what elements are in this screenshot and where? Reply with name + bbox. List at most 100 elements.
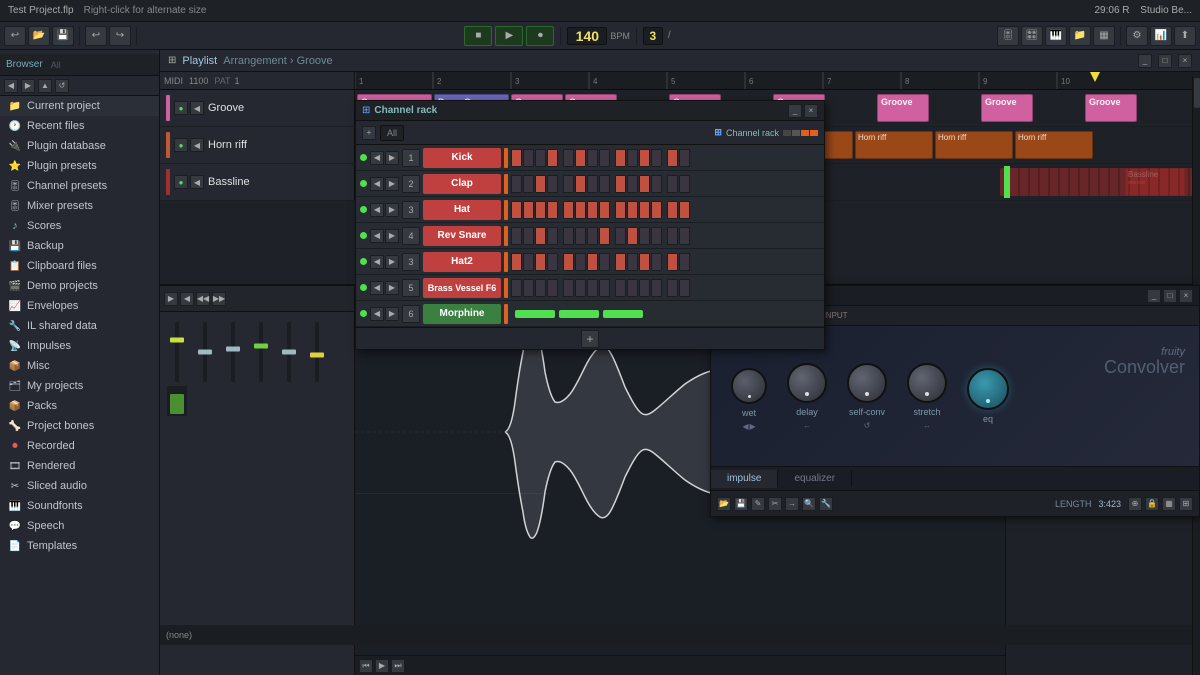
eq-knob[interactable] <box>967 368 1009 410</box>
revsnare-btn2[interactable]: ▶ <box>385 229 399 243</box>
refresh-btn[interactable]: ↺ <box>55 79 69 93</box>
sidebar-item-project-bones[interactable]: Project bones <box>0 416 159 436</box>
conv-minimize[interactable]: _ <box>1147 289 1161 303</box>
sidebar-item-current-project[interactable]: Current project <box>0 96 159 116</box>
play-btn[interactable]: ▶ <box>495 26 523 46</box>
conv-close[interactable]: × <box>1179 289 1193 303</box>
sidebar-item-backup[interactable]: Backup <box>0 236 159 256</box>
wet-knob[interactable] <box>731 368 767 404</box>
mix-btn2[interactable]: ◀ <box>180 292 194 306</box>
fwd-btn[interactable]: ▶ <box>21 79 35 93</box>
hat2-btn1[interactable]: ◀ <box>370 255 384 269</box>
groove-block-8[interactable]: Groove <box>1085 94 1137 122</box>
stop-btn[interactable]: ■ <box>464 26 492 46</box>
rack-filter[interactable]: All <box>380 125 404 141</box>
mixer-btn[interactable]: 🎚 <box>997 26 1019 46</box>
save-btn[interactable]: 💾 <box>52 26 74 46</box>
fader-4-handle[interactable] <box>254 344 268 349</box>
bass-pattern-end[interactable] <box>1000 168 1200 196</box>
conv-tool[interactable]: 🔧 <box>819 497 833 511</box>
browser-tab[interactable]: Browser <box>6 59 43 70</box>
conv-grid[interactable]: ▦ <box>1162 497 1176 511</box>
piano-roll-btn[interactable]: 🎹 <box>1045 26 1067 46</box>
channel-rack-btn[interactable]: 🎛 <box>1021 26 1043 46</box>
bass-mute[interactable]: ● <box>174 175 188 189</box>
horn-small-4[interactable]: Horn riff <box>855 131 933 159</box>
time-sig-num[interactable]: 3 <box>643 27 663 45</box>
morphine-btn1[interactable]: ◀ <box>370 307 384 321</box>
fader-5-handle[interactable] <box>282 350 296 355</box>
morphine-instrument[interactable]: Morphine <box>423 304 501 324</box>
master-fader-handle[interactable] <box>170 338 184 343</box>
conv-scissors[interactable]: ✂ <box>768 497 782 511</box>
conv-edit[interactable]: ✎ <box>751 497 765 511</box>
hat-btn1[interactable]: ◀ <box>370 203 384 217</box>
kick-btn2[interactable]: ▶ <box>385 151 399 165</box>
sidebar-item-packs[interactable]: Packs <box>0 396 159 416</box>
morphine-btn2[interactable]: ▶ <box>385 307 399 321</box>
sidebar-item-mixer-presets[interactable]: Mixer presets <box>0 196 159 216</box>
cpu-btn[interactable]: 📊 <box>1150 26 1172 46</box>
sidebar-item-plugin-database[interactable]: Plugin database <box>0 136 159 156</box>
hat-btn2[interactable]: ▶ <box>385 203 399 217</box>
sidebar-item-recent-files[interactable]: Recent files <box>0 116 159 136</box>
brass-instrument[interactable]: Brass Vessel F6 <box>423 278 501 298</box>
sidebar-item-impulses[interactable]: Impulses <box>0 336 159 356</box>
kick-instrument[interactable]: Kick <box>423 148 501 168</box>
playlist-close[interactable]: × <box>1178 54 1192 68</box>
sidebar-item-sliced-audio[interactable]: Sliced audio <box>0 476 159 496</box>
brass-btn1[interactable]: ◀ <box>370 281 384 295</box>
revsnare-instrument[interactable]: Rev Snare <box>423 226 501 246</box>
undo-btn[interactable]: ↩ <box>85 26 107 46</box>
groove-block-6[interactable]: Groove <box>877 94 929 122</box>
clap-btn1[interactable]: ◀ <box>370 177 384 191</box>
sidebar-item-channel-presets[interactable]: Channel presets <box>0 176 159 196</box>
mix-btn1[interactable]: ▶ <box>164 292 178 306</box>
conv-more[interactable]: ⊞ <box>1179 497 1193 511</box>
clap-btn2[interactable]: ▶ <box>385 177 399 191</box>
conv-save[interactable]: 💾 <box>734 497 748 511</box>
fader-3-handle[interactable] <box>226 347 240 352</box>
hat2-instrument[interactable]: Hat2 <box>423 252 501 272</box>
sidebar-item-misc[interactable]: Misc <box>0 356 159 376</box>
groove-block-7[interactable]: Groove <box>981 94 1033 122</box>
horn-small-5[interactable]: Horn riff <box>935 131 1013 159</box>
mix-btn3[interactable]: ◀◀ <box>196 292 210 306</box>
sidebar-item-my-projects[interactable]: My projects <box>0 376 159 396</box>
brass-btn2[interactable]: ▶ <box>385 281 399 295</box>
conv-maximize[interactable]: □ <box>1163 289 1177 303</box>
up-btn[interactable]: ▲ <box>38 79 52 93</box>
fader-6-handle[interactable] <box>310 353 324 358</box>
delay-knob[interactable] <box>787 363 827 403</box>
settings-btn[interactable]: ⚙ <box>1126 26 1148 46</box>
new-btn[interactable]: ↩ <box>4 26 26 46</box>
stretch-knob[interactable] <box>907 363 947 403</box>
browser-btn[interactable]: 📁 <box>1069 26 1091 46</box>
transport-play2[interactable]: ▶ <box>375 659 389 673</box>
sidebar-item-demo[interactable]: Demo projects <box>0 276 159 296</box>
redo-btn[interactable]: ↪ <box>109 26 131 46</box>
equalizer-tab[interactable]: equalizer <box>778 470 852 487</box>
export-btn[interactable]: ⬆ <box>1174 26 1196 46</box>
conv-arrow[interactable]: → <box>785 497 799 511</box>
sidebar-item-envelopes[interactable]: Envelopes <box>0 296 159 316</box>
mix-btn4[interactable]: ▶▶ <box>212 292 226 306</box>
selfconv-knob[interactable] <box>847 363 887 403</box>
bpm-display[interactable]: 140 <box>567 27 607 45</box>
revsnare-btn1[interactable]: ◀ <box>370 229 384 243</box>
rack-add[interactable]: + <box>362 126 376 140</box>
sidebar-item-il-shared[interactable]: IL shared data <box>0 316 159 336</box>
add-channel-btn[interactable]: + <box>581 330 599 348</box>
sidebar-item-templates[interactable]: Templates <box>0 536 159 556</box>
pattern-btn[interactable]: ▦ <box>1093 26 1115 46</box>
hat2-btn2[interactable]: ▶ <box>385 255 399 269</box>
impulse-tab[interactable]: impulse <box>711 470 778 488</box>
horn-small-6[interactable]: Horn riff <box>1015 131 1093 159</box>
sidebar-item-rendered[interactable]: Rendered <box>0 456 159 476</box>
sidebar-item-recorded[interactable]: Recorded <box>0 436 159 456</box>
back-btn[interactable]: ◀ <box>4 79 18 93</box>
open-btn[interactable]: 📂 <box>28 26 50 46</box>
conv-len-zoom[interactable]: ⊕ <box>1128 497 1142 511</box>
fader-2-handle[interactable] <box>198 350 212 355</box>
rack-minimize[interactable]: _ <box>788 104 802 118</box>
